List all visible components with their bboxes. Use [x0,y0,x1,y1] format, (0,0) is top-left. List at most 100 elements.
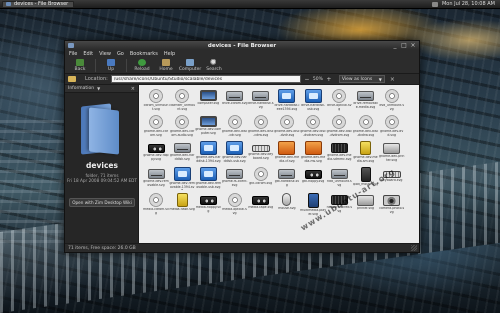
menu-help[interactable]: Help [164,51,175,57]
file-item-label: computer.svg [197,102,220,105]
file-item[interactable]: gnome-dev-dvd.svg [379,114,405,140]
file-item[interactable]: computer.svg [195,88,221,114]
maximize-icon[interactable]: □ [401,42,407,49]
file-item[interactable]: gnome-dev-harddisk-1394.svg [195,140,221,166]
menu-file[interactable]: File [69,51,77,57]
file-item[interactable]: cdrom_unmount.svg [143,88,169,114]
file-item[interactable]: gnome-dev-removable-1394.svg [169,166,195,192]
file-item[interactable]: gnome-dev-disc-dvdram.svg [300,114,326,140]
folder-info-line: Fri 18 Apr 2008 09:04:52 AM EDT [67,178,137,183]
side-pane-title: Information [68,86,95,91]
file-item[interactable]: media-flash.svg [169,192,195,218]
mouse-file-icon [282,193,292,206]
file-item[interactable]: media-floppy.svg [195,192,221,218]
disc-file-icon [332,89,347,103]
menu-view[interactable]: View [99,51,111,57]
file-item[interactable]: gnome-dev-cdrom-audio.svg [169,114,195,140]
file-item-label: camera-photo.svg [379,207,405,214]
file-browser-window: devices - File Browser _ □ × File Edit V… [64,40,420,253]
menu-go[interactable]: Go [117,51,124,57]
file-item[interactable]: gnome-dev-cdrom.svg [143,114,169,140]
file-item[interactable]: multimedia-player.svg [300,192,326,218]
file-item[interactable]: gnome-dev-keyboard.svg [248,140,274,166]
file-item[interactable]: cdwriter_unmount.svg [169,88,195,114]
file-item[interactable]: gnome-fs-client.svg [222,166,248,192]
file-item-label: gnome-dev-disc-dvdrom.svg [326,130,353,137]
file-item[interactable]: printer.svg [353,192,379,218]
file-item-label: gnome-fs-client.svg [221,180,248,187]
disc-file-icon [227,115,242,129]
file-item[interactable]: gtk-harddisk.svg [274,166,300,192]
open-with-button[interactable]: Open with Zim Desktop Wiki [69,198,135,207]
blue-file-icon [173,167,191,181]
file-item[interactable]: ipod_mount.svg [353,166,379,192]
file-item[interactable]: camera-photo.svg [379,192,405,218]
file-item[interactable]: drive-removable-media.svg [353,88,379,114]
file-item[interactable]: gtk-cdrom.svg [248,166,274,192]
reload-button[interactable]: Reload [130,58,154,73]
file-item[interactable]: gnome-dev-media-ms.svg [300,140,326,166]
file-item-label: gnome-dev-removable-1394.svg [169,182,195,190]
file-item[interactable]: mouse.svg [274,192,300,218]
computer-button[interactable]: Computer [178,58,202,73]
up-button[interactable]: Up [99,58,123,73]
taskbar-item[interactable]: devices - File Browser [2,0,75,8]
resize-grip-icon[interactable] [411,245,417,251]
file-item[interactable]: gnome-dev-computer.svg [195,114,221,140]
file-item[interactable]: network-wired.svg [326,192,352,218]
view-mode-select[interactable]: View as Icons ▼ [338,75,385,83]
file-item[interactable]: gnome-dev-disc-dvdr.svg [274,114,300,140]
file-item[interactable]: media-tape.svg [248,192,274,218]
window-icon[interactable] [68,43,74,48]
close-pane-icon[interactable]: × [131,86,135,92]
side-pane-header[interactable]: Information ▼ × [65,85,138,93]
close-icon[interactable]: × [410,42,416,49]
file-item[interactable]: gnome-dev-disc-dvdrom.svg [326,114,352,140]
zoom-out-icon[interactable]: − [304,76,310,83]
titlebar[interactable]: devices - File Browser _ □ × [65,41,419,50]
file-item[interactable]: gnome-dev-disc-dvdrw.svg [353,114,379,140]
location-input[interactable] [110,75,301,83]
minimize-icon[interactable]: _ [392,42,398,49]
file-item[interactable]: drive-optical.svg [326,88,352,114]
back-button[interactable]: Back [68,58,92,73]
file-item-label: drive-harddisk-usb.svg [301,104,326,111]
search-button[interactable]: Search [202,58,226,73]
menu-bookmarks[interactable]: Bookmarks [130,51,158,57]
file-item[interactable]: gnome-dev-media-sdmmc.svg [326,140,352,166]
file-item[interactable]: media-cdrom.svg [143,192,169,218]
file-item[interactable]: gtk-floppy.svg [300,166,326,192]
file-item[interactable]: drive-harddisk.svg [248,88,274,114]
file-item[interactable]: gnome-dev-printer.svg [379,140,405,166]
file-item[interactable]: gnome-dev-disc-cdr.svg [222,114,248,140]
disc-file-icon [358,115,373,129]
disc-file-icon [149,193,163,207]
file-item[interactable]: hdd_unmount.svg [326,166,352,192]
icon-view[interactable]: cdrom_unmount.svg cdwriter_unmount.svg com… [139,85,419,244]
network-icon[interactable] [431,1,438,7]
file-item[interactable]: gnome-dev-disc-cdrw.svg [248,114,274,140]
file-item[interactable]: gnome-dev-harddisk.svg [169,140,195,166]
blue-file-icon [278,89,296,103]
taskbar-item-label: devices - File Browser [14,1,69,7]
file-item[interactable]: gnome-dev-removable-usb.svg [195,166,221,192]
file-item-label: hdd_unmount.svg [326,180,352,187]
tape-file-icon [304,170,322,179]
file-item[interactable]: gnome-dev-removable.svg [143,166,169,192]
zoom-in-icon[interactable]: + [326,76,332,83]
file-item[interactable]: gnome-dev-floppy.svg [143,140,169,166]
file-item[interactable]: keyboard.svg [379,166,405,192]
file-item[interactable]: media-optical.svg [222,192,248,218]
file-item[interactable]: drive-cdrom.svg [222,88,248,114]
menu-edit[interactable]: Edit [83,51,93,57]
home-button[interactable]: Home [154,58,178,73]
file-item[interactable]: gnome-dev-media-sm.svg [353,140,379,166]
clock[interactable]: Mon Jul 28, 10:08 AM [442,1,495,7]
file-item[interactable]: gnome-dev-harddisk-usb.svg [222,140,248,166]
computer-icon [186,59,194,66]
file-item[interactable]: dvd_unmount.svg [379,88,405,114]
file-item[interactable]: gnome-dev-media-cf.svg [274,140,300,166]
close-location-icon[interactable]: × [390,76,395,83]
file-item[interactable]: drive-harddisk-ieee1394.svg [274,88,300,114]
file-item[interactable]: drive-harddisk-usb.svg [300,88,326,114]
